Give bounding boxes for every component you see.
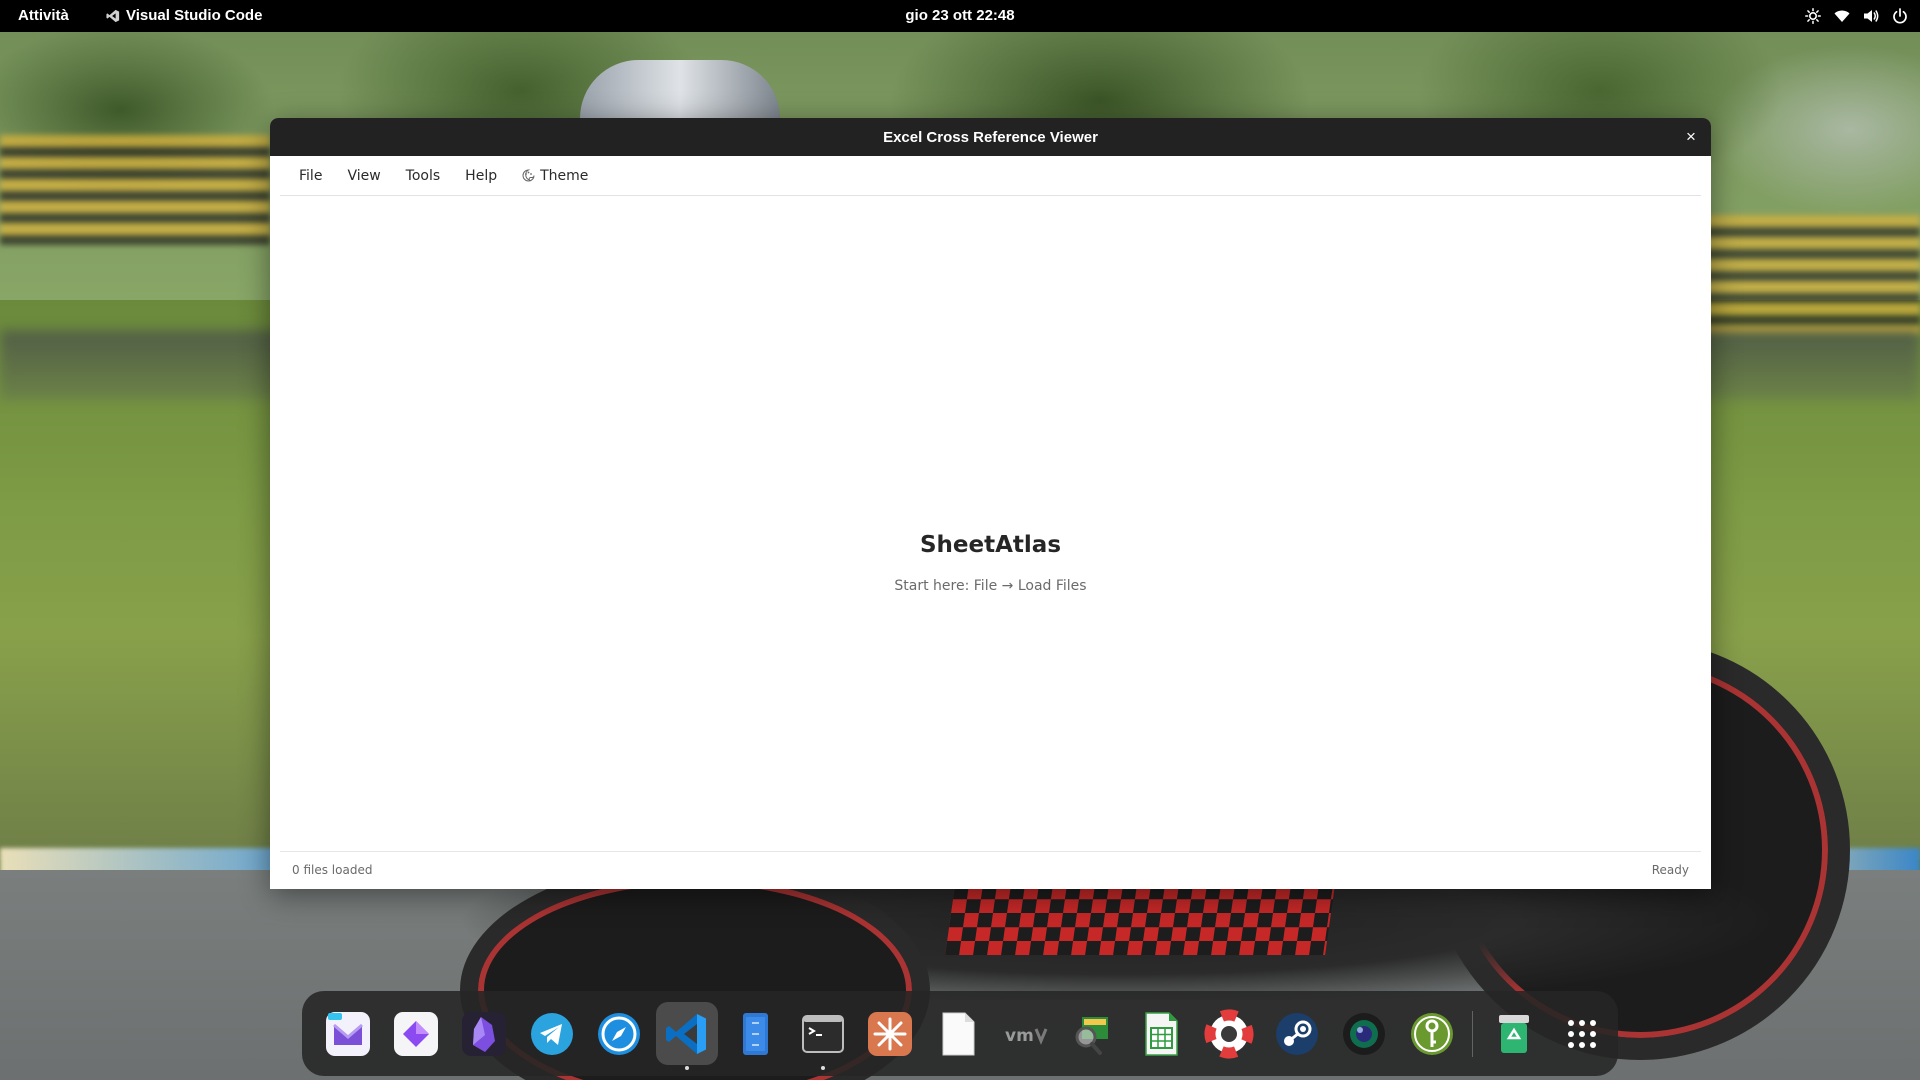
- dock-telegram-app[interactable]: [520, 1002, 583, 1065]
- menu-view-label: View: [347, 167, 381, 184]
- brightness-icon[interactable]: [1805, 8, 1821, 24]
- document-blue-icon: [742, 1012, 768, 1055]
- sparkle-icon: [868, 1011, 913, 1056]
- spreadsheet-icon: [1145, 1011, 1178, 1056]
- menu-file-label: File: [299, 167, 323, 184]
- dock-separator: [1472, 1010, 1474, 1057]
- status-ready: Ready: [1651, 863, 1689, 877]
- dock: vm: [302, 991, 1618, 1076]
- menu-theme-label: Theme: [540, 167, 589, 184]
- trash-icon: [1498, 1014, 1529, 1053]
- dock-text-editor-app[interactable]: [723, 1002, 786, 1065]
- dock-show-apps[interactable]: [1550, 1002, 1613, 1065]
- wifi-icon[interactable]: [1834, 8, 1850, 24]
- close-button[interactable]: ×: [1681, 127, 1701, 147]
- menu-theme[interactable]: Theme: [522, 168, 588, 184]
- top-bar: Attività Visual Studio Code gio 23 ott 2…: [0, 0, 1920, 32]
- dock-spreadsheet-app[interactable]: [1130, 1002, 1193, 1065]
- welcome-hint: Start here: File → Load Files: [894, 578, 1087, 594]
- dock-claude-app[interactable]: [859, 1002, 922, 1065]
- menu-help-label: Help: [465, 167, 498, 184]
- magnifier-icon: [1075, 1016, 1109, 1055]
- dock-inspector-app[interactable]: [1062, 1002, 1125, 1065]
- main-content: SheetAtlas Start here: File → Load Files: [280, 197, 1701, 851]
- system-tray[interactable]: [1805, 8, 1908, 24]
- dock-browser-app[interactable]: [588, 1002, 651, 1065]
- dock-vscode-app[interactable]: [655, 1002, 719, 1070]
- window-title: Excel Cross Reference Viewer: [883, 129, 1098, 146]
- obsidian-icon: [461, 1011, 506, 1056]
- welcome-title: SheetAtlas: [919, 532, 1062, 558]
- app-window: Excel Cross Reference Viewer × File View…: [270, 118, 1711, 889]
- blank-document-icon: [942, 1012, 975, 1055]
- volume-icon[interactable]: [1863, 8, 1879, 24]
- vscode-icon: [666, 1013, 707, 1054]
- status-files-loaded: 0 files loaded: [292, 863, 373, 877]
- menu-view[interactable]: View: [347, 168, 380, 184]
- menu-help[interactable]: Help: [465, 168, 497, 184]
- compass-icon: [598, 1012, 641, 1055]
- menu-bar: File View Tools Help Theme: [280, 156, 1701, 196]
- lens-icon: [1343, 1012, 1386, 1055]
- telegram-icon: [530, 1012, 573, 1055]
- dock-obsidian-app[interactable]: [452, 1002, 515, 1065]
- dock-mail-app[interactable]: [317, 1002, 380, 1065]
- running-indicator: [685, 1066, 690, 1070]
- grid-icon: [1567, 1019, 1596, 1048]
- svg-text:vm: vm: [1005, 1026, 1034, 1046]
- dock-vm-app[interactable]: vm: [994, 1002, 1057, 1065]
- dock-trash-app[interactable]: [1482, 1002, 1545, 1065]
- steam-icon: [1275, 1012, 1318, 1055]
- dock-terminal-app[interactable]: [791, 1002, 854, 1070]
- dock-steam-app[interactable]: [1265, 1002, 1328, 1065]
- window-titlebar[interactable]: Excel Cross Reference Viewer ×: [270, 118, 1711, 156]
- dock-shortcuts-app[interactable]: [385, 1002, 448, 1065]
- power-icon[interactable]: [1892, 8, 1908, 24]
- lifebuoy-icon: [1204, 1009, 1254, 1058]
- theme-icon: [522, 169, 535, 182]
- dock-help-app[interactable]: [1198, 1002, 1261, 1065]
- vm-icon: vm: [1005, 1026, 1048, 1046]
- menu-tools[interactable]: Tools: [406, 168, 441, 184]
- key-icon: [1411, 1012, 1454, 1055]
- dock-keyring-app[interactable]: [1401, 1002, 1464, 1065]
- running-indicator: [820, 1066, 825, 1070]
- mail-icon: [326, 1011, 371, 1056]
- terminal-icon: [801, 1014, 844, 1053]
- dock-camera-app[interactable]: [1333, 1002, 1396, 1065]
- menu-tools-label: Tools: [405, 167, 441, 184]
- dock-blank-document-app[interactable]: [927, 1002, 990, 1065]
- status-bar: 0 files loaded Ready: [280, 851, 1701, 885]
- menu-file[interactable]: File: [299, 168, 322, 184]
- diamond-icon: [394, 1011, 439, 1056]
- clock[interactable]: gio 23 ott 22:48: [905, 7, 1014, 24]
